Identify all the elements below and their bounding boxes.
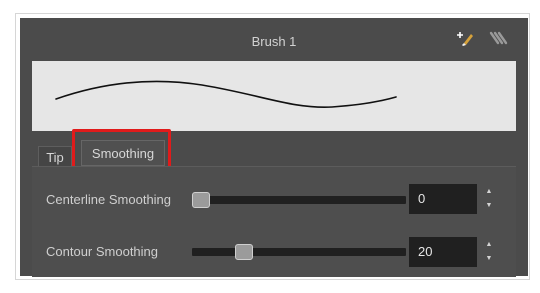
tab-highlight-box [72,129,171,169]
stroke-preview-icon [55,80,397,108]
contour-smoothing-input[interactable]: 20 [409,237,477,267]
centerline-smoothing-label: Centerline Smoothing [46,192,172,207]
spin-down-icon[interactable]: ▼ [484,255,494,262]
brush-panel: Brush 1 Tip Smoothing Centerline Smoothi… [20,18,528,277]
panel-title: Brush 1 [251,34,297,49]
spin-up-icon[interactable]: ▲ [484,188,494,195]
centerline-smoothing-input[interactable]: 0 [409,184,477,214]
contour-smoothing-spinner[interactable]: ▲ ▼ [482,237,496,267]
brush-options-icon[interactable] [488,30,508,48]
centerline-smoothing-slider[interactable] [192,192,406,208]
contour-smoothing-thumb[interactable] [235,244,254,260]
contour-smoothing-slider[interactable] [192,244,406,260]
centerline-smoothing-thumb[interactable] [192,192,210,208]
spin-up-icon[interactable]: ▲ [484,241,494,248]
smoothing-content: Centerline Smoothing 0 ▲ ▼ Contour Smoot… [32,166,516,277]
centerline-smoothing-spinner[interactable]: ▲ ▼ [482,184,496,214]
new-brush-icon[interactable] [457,30,475,48]
spin-down-icon[interactable]: ▼ [484,202,494,209]
contour-smoothing-label: Contour Smoothing [46,244,159,259]
brush-preview [32,61,516,131]
tab-tip[interactable]: Tip [38,146,72,168]
